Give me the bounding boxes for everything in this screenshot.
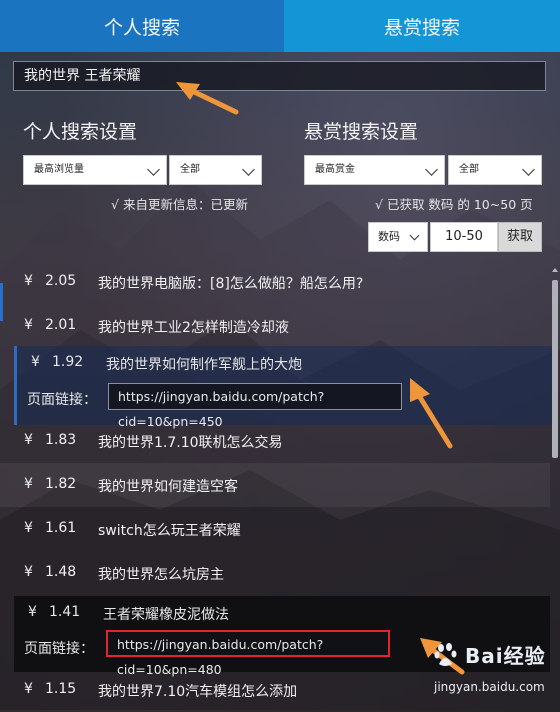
personal-sort-select[interactable]: 最高浏览量 bbox=[23, 155, 167, 185]
currency-symbol: ¥ bbox=[24, 432, 33, 448]
result-row[interactable]: ¥ 1.48 我的世界怎么坑房主 bbox=[0, 551, 550, 595]
reward-amount: 1.15 bbox=[45, 681, 77, 697]
personal-settings-title: 个人搜索设置 bbox=[23, 121, 138, 143]
reward-amount: 2.05 bbox=[45, 273, 77, 289]
result-row[interactable]: ¥ 2.05 我的世界电脑版：[8]怎么做船？船怎么用? bbox=[0, 260, 550, 304]
currency-symbol: ¥ bbox=[24, 476, 33, 492]
reward-amount: 1.82 bbox=[45, 476, 77, 492]
search-input[interactable]: 我的世界 王者荣耀 bbox=[13, 61, 546, 91]
result-row[interactable]: ¥ 1.61 switch怎么玩王者荣耀 bbox=[0, 507, 550, 551]
page-range-input[interactable]: 10-50 bbox=[430, 222, 498, 252]
page-link-field[interactable]: https://jingyan.baidu.com/patch?cid=10&p… bbox=[106, 630, 390, 677]
category-value: 数码 bbox=[378, 230, 400, 243]
watermark-url: jingyan.baidu.com bbox=[434, 680, 545, 694]
result-title: 我的世界1.7.10联机怎么交易 bbox=[98, 435, 283, 451]
baidu-paw-icon bbox=[434, 643, 457, 666]
result-title: 我的世界如何制作军舰上的大炮 bbox=[106, 357, 302, 373]
baidu-watermark: Bai经验 jingyan.baidu.com bbox=[432, 636, 560, 712]
personal-scope-value: 全部 bbox=[180, 164, 200, 175]
result-row[interactable]: ¥ 1.82 我的世界如何建造空客 bbox=[0, 463, 550, 507]
tab-bar: 个人搜索 悬赏搜索 bbox=[0, 0, 560, 52]
currency-symbol: ¥ bbox=[24, 681, 33, 697]
tab-reward-search[interactable]: 悬赏搜索 bbox=[284, 0, 560, 52]
personal-update-status: √ 来自更新信息：已更新 bbox=[111, 197, 248, 212]
category-select[interactable]: 数码 bbox=[368, 222, 428, 252]
reward-amount: 2.01 bbox=[45, 317, 77, 333]
result-row[interactable]: ¥ 2.01 我的世界工业2怎样制造冷却液 bbox=[0, 304, 550, 348]
reward-fetch-status: √ 已获取 数码 的 10~50 页 bbox=[375, 197, 533, 212]
reward-amount: 1.41 bbox=[49, 604, 81, 620]
chevron-down-icon bbox=[425, 163, 438, 176]
result-title: 我的世界怎么坑房主 bbox=[98, 567, 224, 583]
result-row-header: ¥ 1.92 我的世界如何制作军舰上的大炮 bbox=[17, 346, 553, 382]
result-row[interactable]: ¥ 1.83 我的世界1.7.10联机怎么交易 bbox=[0, 419, 550, 463]
result-title: 我的世界工业2怎样制造冷却液 bbox=[98, 320, 289, 336]
scroll-up-icon[interactable] bbox=[552, 268, 558, 272]
currency-symbol: ¥ bbox=[31, 354, 40, 370]
reward-scope-select[interactable]: 全部 bbox=[448, 155, 542, 185]
result-title: 我的世界电脑版：[8]怎么做船？船怎么用? bbox=[98, 276, 364, 292]
tab-personal-search[interactable]: 个人搜索 bbox=[0, 0, 284, 52]
result-row-header: ¥ 1.41 王者荣耀橡皮泥做法 bbox=[14, 596, 550, 632]
result-row-expanded[interactable]: ¥ 1.92 我的世界如何制作军舰上的大炮 页面链接： https://jing… bbox=[14, 346, 553, 429]
page-link-label: 页面链接： bbox=[24, 641, 94, 657]
chevron-down-icon bbox=[409, 230, 420, 241]
fetch-button[interactable]: 获取 bbox=[498, 222, 542, 252]
currency-symbol: ¥ bbox=[24, 520, 33, 536]
chevron-down-icon bbox=[522, 163, 535, 176]
result-title: 我的世界7.10汽车模组怎么添加 bbox=[98, 684, 298, 700]
chevron-down-icon bbox=[242, 163, 255, 176]
reward-scope-value: 全部 bbox=[459, 164, 479, 175]
reward-amount: 1.48 bbox=[45, 564, 77, 580]
currency-symbol: ¥ bbox=[24, 564, 33, 580]
result-title: 我的世界如何建造空客 bbox=[98, 479, 238, 495]
personal-sort-value: 最高浏览量 bbox=[34, 164, 84, 175]
chevron-down-icon bbox=[147, 163, 160, 176]
reward-sort-value: 最高赏金 bbox=[315, 164, 355, 175]
currency-symbol: ¥ bbox=[28, 604, 37, 620]
scrollbar-thumb[interactable] bbox=[552, 280, 558, 458]
reward-amount: 1.61 bbox=[45, 520, 77, 536]
result-title: switch怎么玩王者荣耀 bbox=[98, 523, 241, 539]
currency-symbol: ¥ bbox=[24, 317, 33, 333]
reward-amount: 1.83 bbox=[45, 432, 77, 448]
page-link-field[interactable]: https://jingyan.baidu.com/patch?cid=10&p… bbox=[108, 383, 402, 429]
currency-symbol: ¥ bbox=[24, 273, 33, 289]
personal-scope-select[interactable]: 全部 bbox=[169, 155, 262, 185]
watermark-brand: Bai经验 bbox=[465, 644, 546, 668]
result-title: 王者荣耀橡皮泥做法 bbox=[103, 607, 229, 623]
reward-sort-select[interactable]: 最高赏金 bbox=[304, 155, 445, 185]
reward-amount: 1.92 bbox=[52, 354, 84, 370]
reward-settings-title: 悬赏搜索设置 bbox=[304, 121, 419, 143]
page-link-label: 页面链接： bbox=[27, 392, 97, 408]
